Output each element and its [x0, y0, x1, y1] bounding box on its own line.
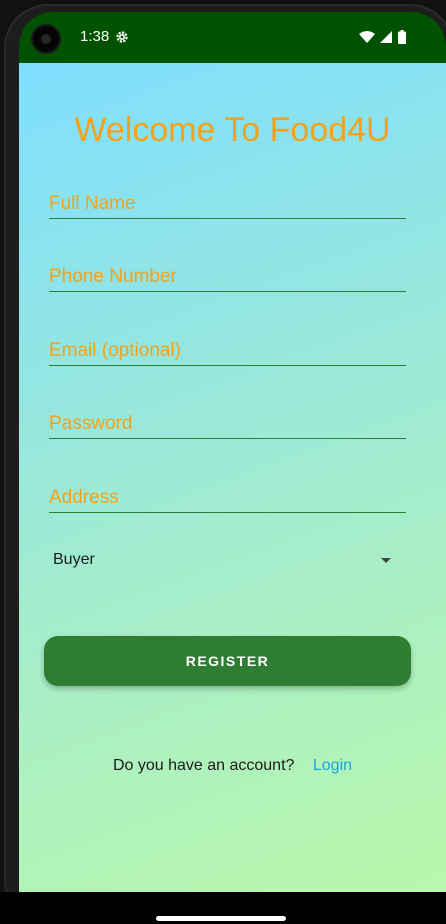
role-dropdown-value: Buyer	[53, 551, 95, 568]
battery-icon	[398, 30, 406, 44]
account-question: Do you have an account?	[112, 757, 295, 774]
full-name-field[interactable]	[49, 190, 406, 219]
account-prompt: Do you have an account? Login	[19, 757, 446, 775]
signal-icon	[380, 31, 392, 43]
password-field[interactable]	[49, 410, 406, 439]
address-field[interactable]	[49, 484, 406, 513]
dropdown-arrow-icon	[381, 558, 391, 563]
email-field[interactable]	[49, 337, 406, 366]
wifi-icon	[359, 31, 375, 43]
home-indicator[interactable]	[156, 916, 286, 921]
role-dropdown[interactable]: Buyer	[49, 543, 395, 577]
page-title: Welcome To Food4U	[74, 111, 391, 149]
status-bar: 1:38	[19, 12, 446, 63]
phone-number-field[interactable]	[49, 263, 406, 292]
register-screen: Welcome To Food4U Buyer REGISTER Do you …	[19, 63, 446, 892]
screen: 1:38 Welcome To Food4U Full Name Phone N…	[19, 12, 446, 892]
register-button[interactable]: REGISTER	[44, 636, 411, 686]
status-time: 1:38	[80, 28, 110, 45]
camera-icon	[31, 24, 61, 54]
login-link[interactable]: Login	[313, 757, 352, 774]
gear-icon	[116, 31, 128, 43]
device-frame: 1:38 Welcome To Food4U Full Name Phone N…	[0, 0, 446, 924]
